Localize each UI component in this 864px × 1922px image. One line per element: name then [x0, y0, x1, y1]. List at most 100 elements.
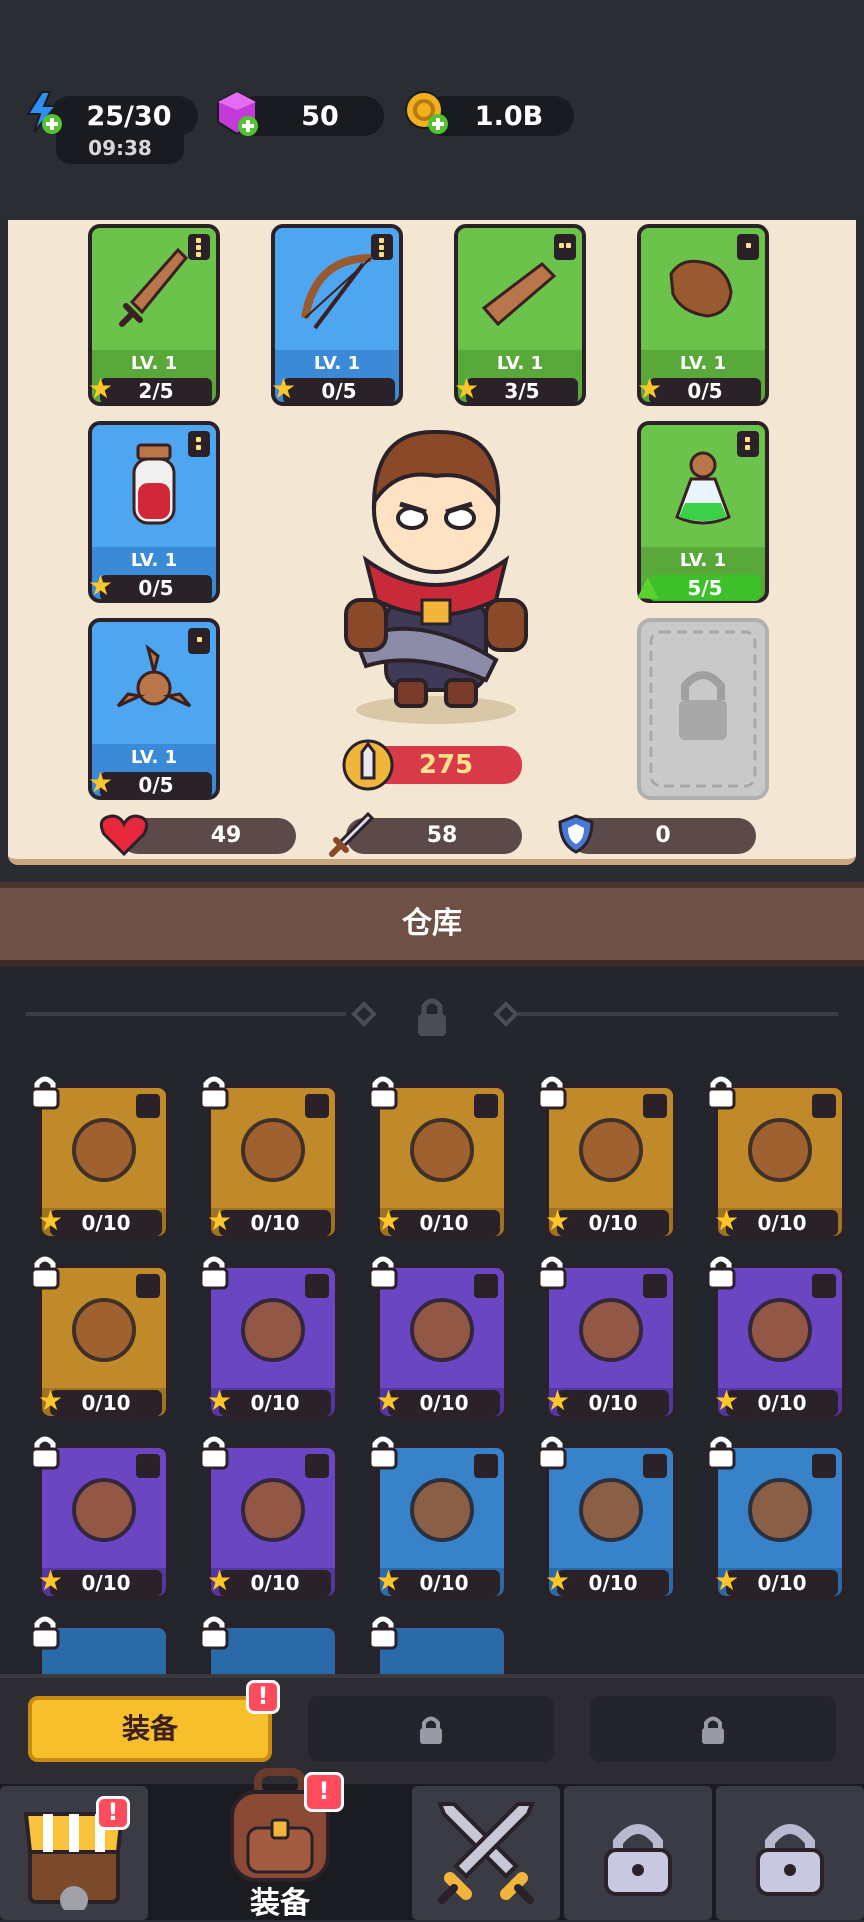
rarity-dots	[371, 234, 393, 260]
inventory-item-hidden[interactable]	[30, 1616, 170, 1674]
lock-icon	[30, 1436, 60, 1470]
attack-value: 58	[426, 823, 458, 848]
item-progress: 0/10	[50, 1210, 162, 1236]
inventory-item-magic-wand[interactable]: 0/10 ★	[368, 1256, 508, 1420]
star-icon: ★	[714, 1384, 740, 1417]
inventory-item-hand-mirror[interactable]: 0/10 ★	[706, 1256, 846, 1420]
star-icon: ★	[271, 372, 297, 405]
star-icon: ★	[207, 1204, 233, 1237]
lock-icon	[199, 1256, 229, 1290]
rarity-dots	[136, 1274, 160, 1298]
tab-locked-2[interactable]	[590, 1696, 836, 1762]
rarity-dots	[305, 1454, 329, 1478]
star-icon: ★	[545, 1204, 571, 1237]
lock-icon	[537, 1256, 567, 1290]
defense-value: 0	[655, 823, 671, 848]
slot-progress: 3/5	[466, 378, 578, 404]
rarity-dots	[305, 1274, 329, 1298]
star-icon: ★	[207, 1564, 233, 1597]
nav-battle[interactable]	[412, 1786, 560, 1920]
inventory-item-scroll-banner[interactable]: 0/10 ★	[30, 1256, 170, 1420]
defense-stat: 0	[570, 818, 756, 854]
lock-icon	[199, 1076, 229, 1110]
slot-progress: 2/5	[100, 378, 212, 404]
lightning-icon	[26, 91, 62, 134]
slot-progress: 0/5	[283, 378, 395, 404]
rarity-dots	[812, 1274, 836, 1298]
inventory-item-axe[interactable]: 0/10 ★	[199, 1256, 339, 1420]
rarity-dots	[812, 1094, 836, 1118]
equip-slot-potion[interactable]: LV. 1 0/5 ★	[88, 421, 220, 603]
inventory-item-belt[interactable]: 0/10 ★	[537, 1256, 677, 1420]
equip-slot-glove[interactable]: LV. 1 0/5 ★	[637, 224, 769, 406]
energy-timer: 09:38	[56, 132, 184, 164]
tab-locked-1[interactable]	[308, 1696, 554, 1762]
gem-icon	[217, 90, 258, 136]
rarity-dots	[305, 1094, 329, 1118]
star-icon: ★	[637, 372, 663, 405]
item-progress: 0/10	[50, 1390, 162, 1416]
lock-icon	[649, 630, 757, 788]
inventory-item-spell-book[interactable]: 0/10 ★	[706, 1436, 846, 1600]
star-icon: ★	[545, 1384, 571, 1417]
inventory-item-hidden[interactable]	[199, 1616, 339, 1674]
inventory-item-bell[interactable]: 0/10 ★	[368, 1076, 508, 1240]
rarity-dots	[474, 1454, 498, 1478]
star-icon: ★	[376, 1204, 402, 1237]
rarity-dots	[643, 1094, 667, 1118]
inventory-item-hidden[interactable]	[368, 1616, 508, 1674]
rarity-dots	[188, 234, 210, 260]
sword-icon	[329, 811, 375, 857]
lock-icon	[368, 1256, 398, 1290]
power-sword-icon	[342, 739, 394, 791]
hero-character	[344, 429, 528, 724]
divider-ornament	[26, 998, 838, 1036]
equip-slot-armor[interactable]: LV. 1 3/5 ★	[454, 224, 586, 406]
locked-equip-slot[interactable]	[637, 618, 769, 800]
inventory-item-crystal-ball[interactable]: 0/10 ★	[199, 1076, 339, 1240]
lock-icon	[537, 1436, 567, 1470]
rarity-dots	[474, 1274, 498, 1298]
inventory-item-dagger[interactable]: 0/10 ★	[537, 1076, 677, 1240]
energy-counter[interactable]: 25/30	[50, 96, 198, 136]
shield-icon	[558, 814, 594, 854]
slot-progress: 5/5	[649, 575, 761, 601]
lock-icon	[706, 1076, 736, 1110]
gem-value: 50	[301, 100, 339, 132]
item-progress: 0/10	[388, 1210, 500, 1236]
inventory-item-crossbow[interactable]: 0/10 ★	[368, 1436, 508, 1600]
inventory-item-feather[interactable]: 0/10 ★	[706, 1076, 846, 1240]
rarity-dots	[812, 1454, 836, 1478]
equip-slot-horn[interactable]: LV. 1 0/5 ★	[88, 618, 220, 800]
equip-slot-bow[interactable]: LV. 1 0/5 ★	[271, 224, 403, 406]
star-icon: ★	[38, 1564, 64, 1597]
rarity-dots	[136, 1094, 160, 1118]
lock-icon	[368, 1616, 398, 1650]
nav-equip-label: 装备	[250, 1886, 310, 1921]
energy-value: 25/30	[86, 100, 172, 132]
equip-slot-poison[interactable]: LV. 1 5/5 ▲	[637, 421, 769, 603]
gold-value: 1.0B	[474, 100, 544, 132]
lock-icon	[30, 1076, 60, 1110]
nav-locked-1[interactable]	[564, 1786, 712, 1920]
crossed-swords-icon	[437, 1802, 535, 1904]
item-progress: 0/10	[726, 1390, 838, 1416]
lock-icon	[30, 1616, 60, 1650]
rarity-dots	[188, 628, 210, 654]
star-icon: ★	[714, 1564, 740, 1597]
nav-equip[interactable]: 装备	[152, 1768, 408, 1921]
equip-notification-badge: !	[304, 1772, 344, 1812]
star-icon: ★	[88, 569, 114, 602]
warehouse-header: 仓库	[0, 882, 864, 966]
inventory-item-chain-flail[interactable]: 0/10 ★	[30, 1076, 170, 1240]
shop-notification-badge: !	[96, 1796, 130, 1830]
inventory-item-round-shield[interactable]: 0/10 ★	[537, 1436, 677, 1600]
inventory-item-drinking-horn[interactable]: 0/10 ★	[30, 1436, 170, 1600]
item-progress: 0/10	[219, 1390, 331, 1416]
tab-equip[interactable]: 装备	[28, 1696, 272, 1762]
equip-slot-weapon[interactable]: LV. 1 2/5 ★	[88, 224, 220, 406]
lock-icon	[756, 1824, 824, 1896]
inventory-item-boomerang[interactable]: 0/10 ★	[199, 1436, 339, 1600]
rarity-dots	[136, 1454, 160, 1478]
nav-locked-2[interactable]	[716, 1786, 864, 1920]
